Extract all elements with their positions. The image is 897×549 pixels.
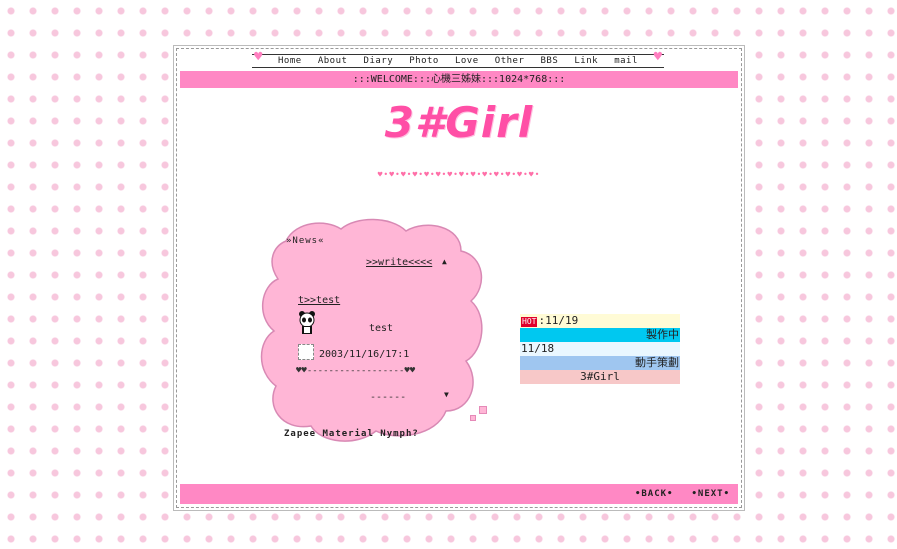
back-link[interactable]: •BACK• (635, 489, 674, 499)
main-frame: ♥ Home About Diary Photo Love Other BBS … (173, 45, 745, 511)
hot-badge: HOT (521, 317, 538, 327)
top-navigation: ♥ Home About Diary Photo Love Other BBS … (252, 49, 664, 68)
scroll-up-icon[interactable]: ▲ (442, 257, 447, 266)
news-title: »News« (286, 236, 325, 246)
nav-love[interactable]: Love (455, 56, 479, 66)
news-footer-dashes: ------ (370, 392, 407, 403)
update-site-name: 3#Girl (520, 370, 680, 384)
news-post-body: test (369, 323, 394, 334)
next-link[interactable]: •NEXT• (691, 489, 730, 499)
nav-home[interactable]: Home (278, 56, 302, 66)
heart-icon: ♥ (254, 49, 263, 65)
nav-photo[interactable]: Photo (409, 56, 439, 66)
nav-link[interactable]: Link (574, 56, 598, 66)
heart-icon: ♥ (653, 49, 662, 65)
site-logo: 3#Girl (384, 98, 534, 147)
heart-divider: ♥•♥•♥•♥•♥•♥•♥•♥•♥•♥•♥•♥•♥•♥• (377, 170, 541, 179)
cloud-bubble (479, 406, 487, 414)
nav-about[interactable]: About (318, 56, 348, 66)
cloud-bubble (470, 415, 476, 421)
panda-icon (298, 311, 316, 335)
nav-bbs[interactable]: BBS (541, 56, 559, 66)
news-separator: ♥♥------------------♥♥ (296, 366, 416, 376)
news-post-link[interactable]: t>>test (298, 295, 340, 306)
nav-mail[interactable]: mail (614, 56, 638, 66)
scroll-down-icon[interactable]: ▼ (444, 390, 449, 399)
update-row: HOT:11/19 (520, 314, 680, 328)
update-date: :11/19 (538, 314, 579, 327)
updates-panel: HOT:11/19 製作中 11/18 動手策劃 3#Girl (520, 314, 680, 384)
news-post-date: 2003/11/16/17:1 (319, 349, 410, 360)
post-image-placeholder (298, 344, 314, 360)
update-text: 製作中 (520, 328, 680, 342)
welcome-banner: :::WELCOME:::心機三姊妹:::1024*768::: (180, 71, 738, 88)
nav-other[interactable]: Other (495, 56, 525, 66)
footer-bar: •BACK• •NEXT• (180, 484, 738, 504)
update-text: 動手策劃 (520, 356, 680, 370)
write-link[interactable]: >>write<<<< (366, 257, 432, 268)
material-credit: Zapee Material Nymph? (284, 429, 419, 439)
nav-diary[interactable]: Diary (364, 56, 394, 66)
update-date: 11/18 (520, 342, 680, 356)
